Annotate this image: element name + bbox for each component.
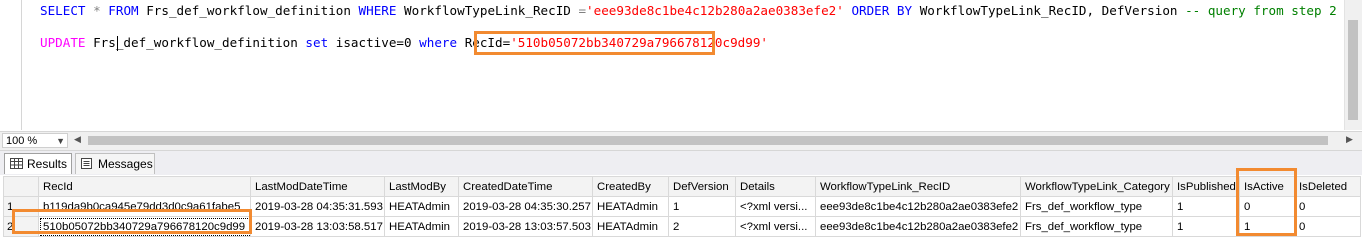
results-grid: RecId LastModDateTime LastModBy CreatedD…	[0, 168, 1362, 241]
row-number-header[interactable]	[3, 176, 39, 197]
grid-cell[interactable]: HEATAdmin	[592, 196, 669, 217]
query-line-select[interactable]: SELECT * FROM Frs_def_workflow_definitio…	[40, 3, 1337, 19]
grid-cell[interactable]: 2019-03-28 04:35:31.593	[250, 196, 385, 217]
token-table-name: Frs_def_workflow_definition	[93, 35, 298, 50]
grid-cell[interactable]: eee93de8c1be4c12b280a2ae0383efe2	[815, 216, 1021, 237]
token-string-value: 'eee93de8c1be4c12b280a2ae0383efe2'	[586, 3, 844, 18]
grid-cell[interactable]: Frs_def_workflow_type	[1020, 216, 1173, 237]
grid-cell[interactable]: 2019-03-28 04:35:30.257	[458, 196, 593, 217]
highlight-box-isactive-column	[1236, 168, 1297, 236]
grid-cell[interactable]: <?xml versi...	[735, 216, 816, 237]
grid-cell[interactable]: <?xml versi...	[735, 196, 816, 217]
scroll-left-icon[interactable]: ◀	[74, 134, 81, 145]
gutter-separator	[21, 0, 22, 130]
token-equals: =	[578, 3, 587, 18]
column-header[interactable]: IsDeleted	[1294, 176, 1361, 197]
highlight-box-recid-value	[474, 31, 715, 55]
grid-cell[interactable]: 1	[1172, 196, 1240, 217]
column-header[interactable]: DefVersion	[668, 176, 736, 197]
scroll-thumb[interactable]	[1348, 20, 1358, 120]
column-header[interactable]: Details	[735, 176, 816, 197]
keyword-order-by: ORDER BY	[851, 3, 913, 18]
keyword-select: SELECT	[40, 3, 86, 18]
column-header[interactable]: WorkflowTypeLink_Category	[1020, 176, 1173, 197]
grid-cell[interactable]: 2019-03-28 13:03:58.517	[250, 216, 385, 237]
token-assignment: isactive=0	[335, 35, 412, 50]
grid-cell[interactable]: 2019-03-28 13:03:57.503	[458, 216, 593, 237]
editor-status-bar: 100 % ▼ ◀ ▶	[0, 131, 1362, 151]
column-header[interactable]: CreatedBy	[592, 176, 669, 197]
grid-cell[interactable]: HEATAdmin	[592, 216, 669, 237]
results-tab-strip: Results Messages	[0, 151, 1362, 175]
grid-cell[interactable]: 2	[668, 216, 736, 237]
grid-cell[interactable]: HEATAdmin	[384, 196, 459, 217]
highlight-box-recid-cell	[12, 209, 252, 234]
grid-cell[interactable]: 0	[1294, 196, 1361, 217]
keyword-where: where	[419, 35, 458, 50]
column-header[interactable]: IsPublished	[1172, 176, 1240, 197]
column-header[interactable]: LastModDateTime	[250, 176, 385, 197]
zoom-select[interactable]: 100 % ▼	[2, 133, 68, 148]
grid-cell[interactable]: 1	[668, 196, 736, 217]
zoom-value: 100 %	[6, 135, 38, 147]
keyword-set: set	[305, 35, 329, 50]
grid-cell[interactable]: eee93de8c1be4c12b280a2ae0383efe2	[815, 196, 1021, 217]
column-header[interactable]: WorkflowTypeLink_RecID	[815, 176, 1021, 197]
keyword-where: WHERE	[358, 3, 397, 18]
chevron-down-icon: ▼	[56, 136, 65, 146]
keyword-update: UPDATE	[40, 35, 86, 50]
tab-messages-label: Messages	[98, 157, 153, 171]
column-header[interactable]: RecId	[38, 176, 251, 197]
grid-cell[interactable]: HEATAdmin	[384, 216, 459, 237]
editor-gutter	[0, 0, 19, 130]
grid-cell[interactable]: Frs_def_workflow_type	[1020, 196, 1173, 217]
keyword-from: FROM	[108, 3, 139, 18]
column-header[interactable]: LastModBy	[384, 176, 459, 197]
token-order-columns: WorkflowTypeLink_RecID, DefVersion	[919, 3, 1178, 18]
token-table-name: Frs_def_workflow_definition	[146, 3, 351, 18]
scroll-right-icon[interactable]: ▶	[1346, 134, 1353, 145]
text-caret	[117, 36, 118, 51]
horizontal-scroll-thumb[interactable]	[88, 136, 1328, 145]
sql-editor[interactable]: SELECT * FROM Frs_def_workflow_definitio…	[0, 0, 1362, 130]
tab-results-label: Results	[27, 157, 68, 171]
grid-cell[interactable]: 0	[1294, 216, 1361, 237]
tab-messages[interactable]: Messages	[75, 153, 155, 174]
token-comment: -- query from step 2	[1185, 3, 1337, 18]
token-column: WorkflowTypeLink_RecID	[404, 3, 571, 18]
grid-header-row: RecId LastModDateTime LastModBy CreatedD…	[3, 176, 1361, 197]
grid-cell[interactable]: 1	[1172, 216, 1240, 237]
grid-icon	[10, 158, 23, 169]
messages-icon	[81, 158, 92, 169]
token-star: *	[93, 3, 101, 18]
column-header[interactable]: CreatedDateTime	[458, 176, 593, 197]
editor-vertical-scrollbar[interactable]	[1344, 0, 1362, 130]
tab-results[interactable]: Results	[4, 153, 72, 174]
